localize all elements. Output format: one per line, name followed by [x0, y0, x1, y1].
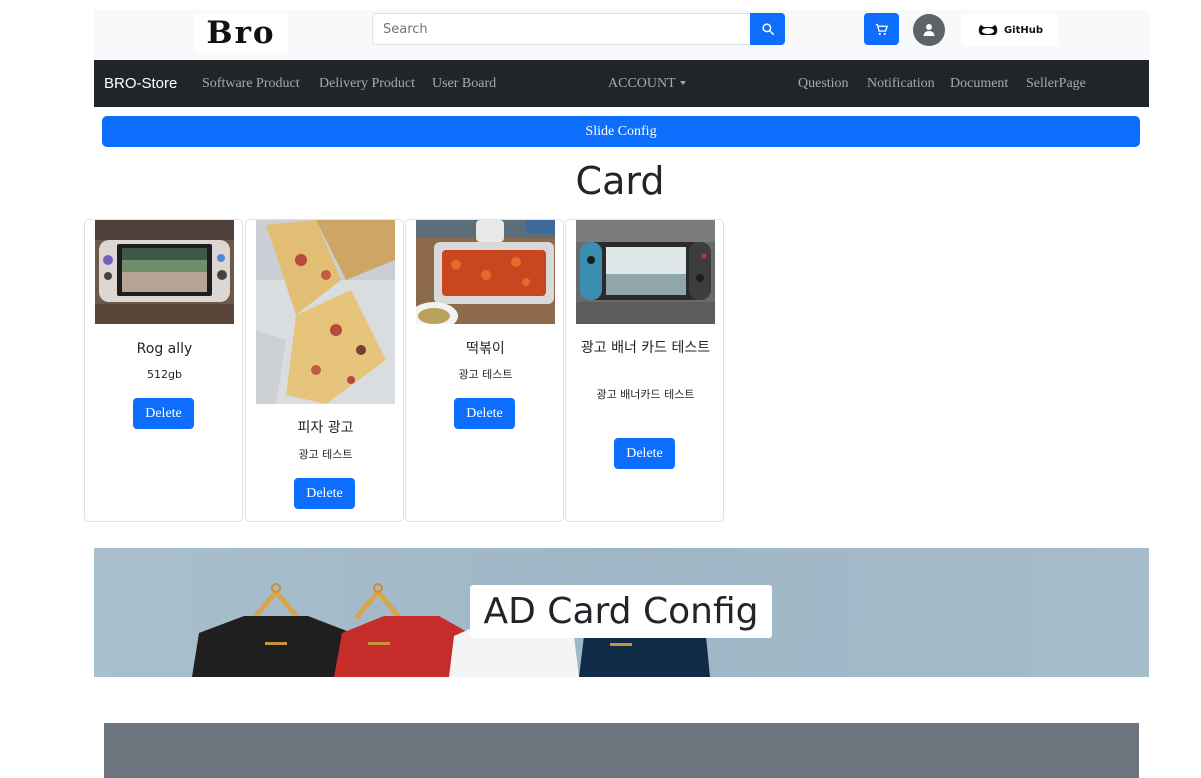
delete-button[interactable]: Delete — [133, 398, 194, 429]
nav-link-question[interactable]: Question — [798, 60, 849, 107]
card-text: 광고 테스트 — [298, 448, 353, 461]
nav-link-document[interactable]: Document — [950, 60, 1008, 107]
github-icon — [978, 25, 998, 35]
card-text: 광고 배너카드 테스트 — [596, 388, 695, 401]
navbar-brand[interactable]: BRO-Store — [104, 60, 177, 107]
card-image-switch-console — [576, 220, 715, 324]
search-bar — [372, 13, 785, 45]
card-text: 광고 테스트 — [458, 368, 513, 381]
caret-down-icon — [679, 80, 686, 85]
page: Bro Search GitHub BRO-Store Software Pro… — [0, 0, 1201, 778]
github-label: GitHub — [1003, 24, 1044, 36]
nav-link-software-product[interactable]: Software Product — [202, 60, 300, 107]
account-dropdown[interactable]: ACCOUNT — [608, 60, 686, 107]
delete-button[interactable]: Delete — [454, 398, 515, 429]
ad-card: 광고 배너 카드 테스트 광고 배너카드 테스트 Delete — [565, 219, 724, 522]
slide-config-button[interactable]: Slide Config — [102, 116, 1140, 147]
github-link[interactable]: GitHub — [961, 14, 1059, 46]
cart-icon — [875, 23, 888, 35]
nav-link-delivery-product[interactable]: Delivery Product — [319, 60, 415, 107]
card-text: 512gb — [147, 368, 182, 381]
top-header: Bro Search GitHub — [94, 10, 1149, 60]
card-title: Rog ally — [136, 341, 193, 357]
card-image-tteokbokki — [416, 220, 555, 324]
ad-card: Rog ally 512gb Delete — [84, 219, 243, 522]
search-button[interactable] — [750, 13, 785, 45]
delete-button[interactable]: Delete — [294, 478, 355, 509]
site-logo[interactable]: Bro — [194, 14, 288, 52]
ad-card-config-title[interactable]: AD Card Config — [470, 585, 772, 638]
ad-card: 떡볶이 광고 테스트 Delete — [405, 219, 564, 522]
account-dropdown-label: ACCOUNT — [608, 76, 676, 91]
user-avatar-icon — [923, 24, 935, 36]
ad-card: 피자 광고 광고 테스트 Delete — [245, 219, 404, 522]
nav-link-user-board[interactable]: User Board — [432, 60, 496, 107]
search-input[interactable] — [372, 13, 750, 45]
cart-button[interactable] — [864, 13, 899, 45]
search-icon — [761, 23, 774, 35]
delete-button[interactable]: Delete — [614, 438, 675, 469]
nav-link-sellerpage[interactable]: SellerPage — [1026, 60, 1086, 107]
nav-link-notification[interactable]: Notification — [867, 60, 935, 107]
card-title: 떡볶이 — [466, 341, 505, 357]
card-section-title: Card — [575, 159, 665, 203]
card-image-pizza — [256, 220, 395, 404]
card-title: 피자 광고 — [297, 420, 354, 436]
user-avatar[interactable] — [913, 14, 945, 46]
card-image-handheld-console — [95, 220, 234, 324]
footer-block — [104, 723, 1139, 778]
main-navbar: BRO-Store Software Product Delivery Prod… — [94, 60, 1149, 107]
card-title: 광고 배너 카드 테스트 — [580, 340, 711, 356]
